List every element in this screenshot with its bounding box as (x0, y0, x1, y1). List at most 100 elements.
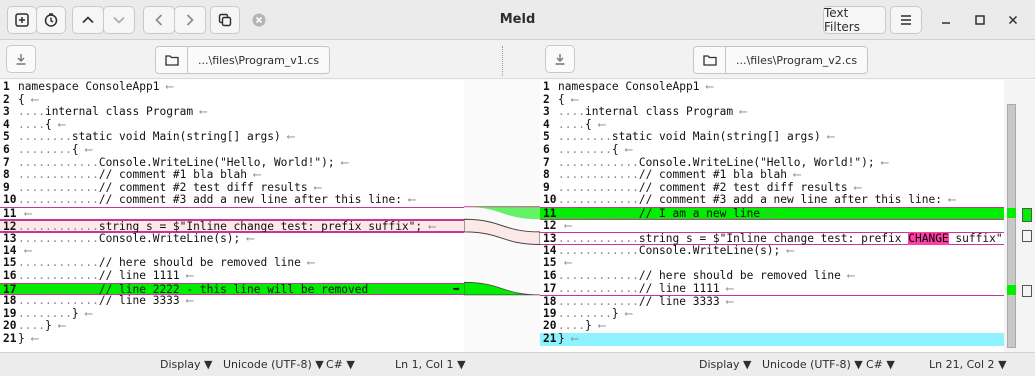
code-line[interactable]: 14 ............Console.WriteLine(s); ⟵ (540, 243, 1004, 258)
line-number: 17 (543, 281, 557, 295)
maximize-button[interactable] (966, 6, 994, 34)
newline-marker: ⟵ (699, 80, 713, 93)
open-folder-icon (156, 47, 188, 73)
line-number: 8 (543, 168, 550, 182)
line-text: namespace ConsoleApp1 ⟵ (558, 80, 713, 93)
newline-marker: ⟵ (719, 281, 734, 295)
right-cursor-position[interactable]: Ln 21, Col 2 ▼ (929, 358, 1007, 371)
left-cursor-position[interactable]: Ln 1, Col 1 ▼ (395, 358, 466, 371)
code-line[interactable]: 11............// I am a new line ⟵⬅ (540, 207, 1004, 220)
newline-marker: ⟵ (300, 256, 315, 270)
push-right-icon[interactable]: ➡ (453, 282, 460, 296)
back-button[interactable] (143, 6, 175, 34)
stop-button[interactable] (245, 6, 273, 34)
maximize-icon (975, 15, 985, 25)
newline-marker: ⟵ (618, 306, 633, 320)
newline-marker: ⟵ (334, 155, 349, 169)
newline-marker: ⟵ (51, 117, 66, 131)
code-line[interactable]: 17 ............// line 1111 ⟵ (540, 281, 1004, 296)
previous-change-button[interactable] (72, 6, 104, 34)
line-text: ....internal class Program ⟵ (18, 105, 207, 119)
newline-marker: ⟵ (941, 193, 956, 207)
main-menu-button[interactable] (890, 6, 922, 34)
newline-marker: ⟵ (51, 319, 66, 333)
right-language-menu[interactable]: C# ▼ (866, 358, 895, 371)
code-line[interactable]: 11 ⟵ (0, 207, 464, 220)
code-line[interactable]: 12 ............string s = $"Inline change… (0, 219, 464, 233)
code-line[interactable]: 21} ⟵ (0, 332, 464, 346)
newline-marker: ⟵ (733, 105, 747, 119)
newline-marker: ⟵ (193, 105, 207, 119)
overview-scroll-thumb[interactable] (1007, 104, 1016, 348)
line-text: } ⟵ (18, 332, 39, 345)
back-icon (155, 14, 163, 26)
line-text: ⟵ (558, 219, 572, 233)
minimize-button[interactable] (932, 6, 960, 34)
newline-marker: ⟵ (719, 295, 734, 309)
line-number: 1 (3, 80, 10, 93)
right-save-button[interactable] (545, 45, 575, 73)
chevron-down-icon: ▼ (346, 358, 355, 371)
newline-marker: ⟵ (280, 130, 295, 144)
line-text: ............Console.WriteLine(s); ⟵ (558, 243, 794, 257)
divider (502, 46, 503, 76)
line-number: 18 (3, 294, 17, 308)
forward-button[interactable] (174, 6, 206, 34)
chevron-down-icon: ▼ (204, 358, 213, 371)
code-line[interactable]: 10 ............// comment #3 add a new li… (540, 194, 1004, 207)
text-filters-button[interactable]: Text Filters (823, 6, 886, 34)
code-line[interactable]: 10 ............// comment #3 add a new li… (0, 194, 464, 207)
history-icon (44, 13, 58, 27)
newline-marker: ⟵ (820, 130, 835, 144)
right-display-menu[interactable]: Display ▼ (699, 358, 752, 371)
line-number: 21 (543, 332, 557, 345)
left-display-menu[interactable]: Display ▼ (160, 358, 213, 371)
newline-marker: ⟵ (247, 168, 261, 182)
left-save-button[interactable] (6, 45, 36, 73)
right-file-chooser[interactable]: ...\files\Program_v2.cs (693, 46, 869, 74)
code-line[interactable]: 19........} ⟵ (540, 306, 1004, 321)
stop-icon (252, 13, 266, 27)
inline-change: CHANGE (908, 232, 949, 246)
line-number: 16 (543, 269, 557, 282)
code-line[interactable]: 16 ............// line 1111 ⟵ (0, 269, 464, 283)
copy-button[interactable] (210, 6, 240, 34)
left-text-pane[interactable]: 1 namespace ConsoleApp1 ⟵ 2{ ⟵ 3 ....interna… (0, 80, 464, 352)
overview-map[interactable] (1004, 80, 1035, 352)
code-line[interactable]: 20....} ⟵ (0, 320, 464, 333)
forward-icon (186, 14, 194, 26)
line-number: 16 (3, 269, 17, 282)
close-button[interactable] (999, 6, 1027, 34)
chevron-down-icon: ▼ (998, 358, 1007, 371)
right-encoding-menu[interactable]: Unicode (UTF-8) ▼ (762, 358, 863, 371)
code-line[interactable]: 3 ....internal class Program ⟵ (540, 105, 1004, 119)
code-line[interactable]: 19........} ⟵ (0, 307, 464, 321)
new-comparison-button[interactable] (7, 6, 37, 34)
code-line[interactable]: 3 ....internal class Program ⟵ (0, 105, 464, 119)
code-line[interactable]: 1 namespace ConsoleApp1 ⟵ (0, 80, 464, 94)
previous-change-icon (82, 16, 94, 24)
left-file-path: ...\files\Program_v1.cs (198, 53, 320, 67)
code-line[interactable]: 21} ⟵ (540, 332, 1004, 346)
code-line[interactable]: 20....} ⟵ (540, 320, 1004, 333)
recent-comparisons-button[interactable] (36, 6, 66, 34)
newline-marker: ⟵ (558, 256, 572, 270)
newline-marker: ⟵ (422, 219, 436, 233)
left-file-chooser[interactable]: ...\files\Program_v1.cs (155, 46, 331, 74)
code-line[interactable]: 13 ............Console.WriteLine(s); ⟵ (0, 232, 464, 245)
copy-icon (218, 13, 232, 27)
next-change-button[interactable] (103, 6, 135, 34)
minimize-icon (942, 22, 950, 24)
newline-marker: ⟵ (179, 294, 194, 308)
line-number: 10 (3, 193, 17, 207)
right-text-pane[interactable]: 1 namespace ConsoleApp1 ⟵ 2{ ⟵ 3 ....interna… (540, 80, 1004, 352)
left-encoding-menu[interactable]: Unicode (UTF-8) ▼ (223, 358, 324, 371)
overview-marker-changed (1022, 230, 1032, 242)
new-comparison-icon (15, 13, 29, 27)
line-number: 3 (3, 105, 10, 119)
newline-marker: ⟵ (401, 193, 416, 207)
code-line[interactable]: 12 ⟵ (540, 219, 1004, 233)
left-language-menu[interactable]: C# ▼ (326, 358, 355, 371)
code-line[interactable]: 1 namespace ConsoleApp1 ⟵ (540, 80, 1004, 94)
status-bar: Display ▼ Unicode (UTF-8) ▼ C# ▼ Ln 1, C… (0, 352, 1035, 376)
